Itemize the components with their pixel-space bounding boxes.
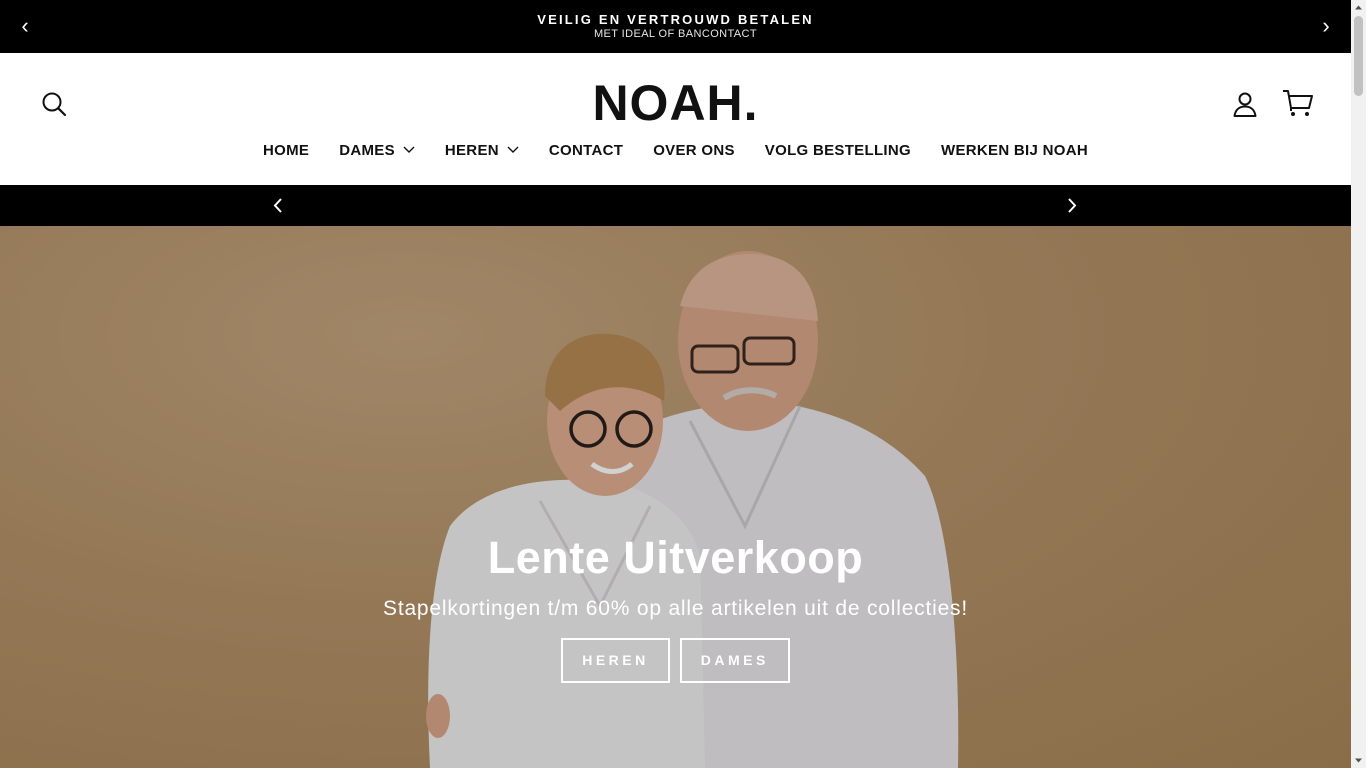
nav-item-volg-bestelling[interactable]: VOLG BESTELLING (765, 141, 911, 161)
strip-prev-arrow-icon[interactable] (272, 197, 284, 214)
announcement-bar: ‹ VEILIG EN VERTROUWD BETALEN MET IDEAL … (0, 0, 1351, 53)
nav-item-label: DAMES (339, 142, 395, 159)
hero-banner: Lente Uitverkoop Stapelkortingen t/m 60%… (0, 226, 1351, 768)
nav-item-dames[interactable]: DAMES (339, 139, 415, 161)
nav-item-label: OVER ONS (653, 142, 735, 159)
announcement-subtitle: MET IDEAL OF BANCONTACT (593, 28, 757, 40)
scrollbar-thumb[interactable] (1354, 16, 1363, 96)
announcement-title: VEILIG EN VERTROUWD BETALEN (537, 12, 814, 27)
page-scrollbar[interactable] (1351, 0, 1366, 768)
chevron-down-icon (507, 139, 519, 159)
nav-item-contact[interactable]: CONTACT (549, 141, 623, 161)
nav-item-label: CONTACT (548, 142, 624, 159)
site-logo[interactable]: NOAH. (0, 75, 1351, 131)
promo-strip (0, 185, 1351, 226)
nav-item-label: WERKEN BIJ NOAH (940, 142, 1088, 159)
site-header: NOAH. HOME DAMES HEREN CONTACT OVER ONS … (0, 53, 1351, 185)
announcement-message: VEILIG EN VERTROUWD BETALEN MET IDEAL OF… (0, 12, 1351, 41)
hero-overlay (0, 226, 1351, 768)
main-navigation: HOME DAMES HEREN CONTACT OVER ONS VOLG B… (0, 139, 1351, 161)
announcement-next-arrow-icon[interactable]: › (1316, 13, 1336, 39)
cart-icon[interactable] (1282, 88, 1314, 118)
hero-subtitle: Stapelkortingen t/m 60% op alle artikele… (383, 597, 968, 620)
nav-item-label: VOLG BESTELLING (764, 142, 911, 159)
hero-title: Lente Uitverkoop (487, 532, 864, 583)
dames-button[interactable]: DAMES (679, 638, 790, 683)
scroll-down-arrow-icon[interactable] (1351, 753, 1366, 768)
account-icon[interactable] (1231, 90, 1259, 118)
hero-buttons: HEREN DAMES (0, 638, 1351, 683)
strip-next-arrow-icon[interactable] (1066, 197, 1078, 214)
nav-item-label: HOME (263, 142, 310, 159)
chevron-down-icon (403, 139, 415, 159)
page: ‹ VEILIG EN VERTROUWD BETALEN MET IDEAL … (0, 0, 1351, 768)
scroll-up-arrow-icon[interactable] (1351, 0, 1366, 15)
nav-item-heren[interactable]: HEREN (445, 139, 519, 161)
heren-button[interactable]: HEREN (561, 638, 670, 683)
nav-item-home[interactable]: HOME (263, 141, 309, 161)
nav-item-werken-bij-noah[interactable]: WERKEN BIJ NOAH (941, 141, 1088, 161)
nav-item-over-ons[interactable]: OVER ONS (653, 141, 735, 161)
nav-item-label: HEREN (444, 142, 499, 159)
